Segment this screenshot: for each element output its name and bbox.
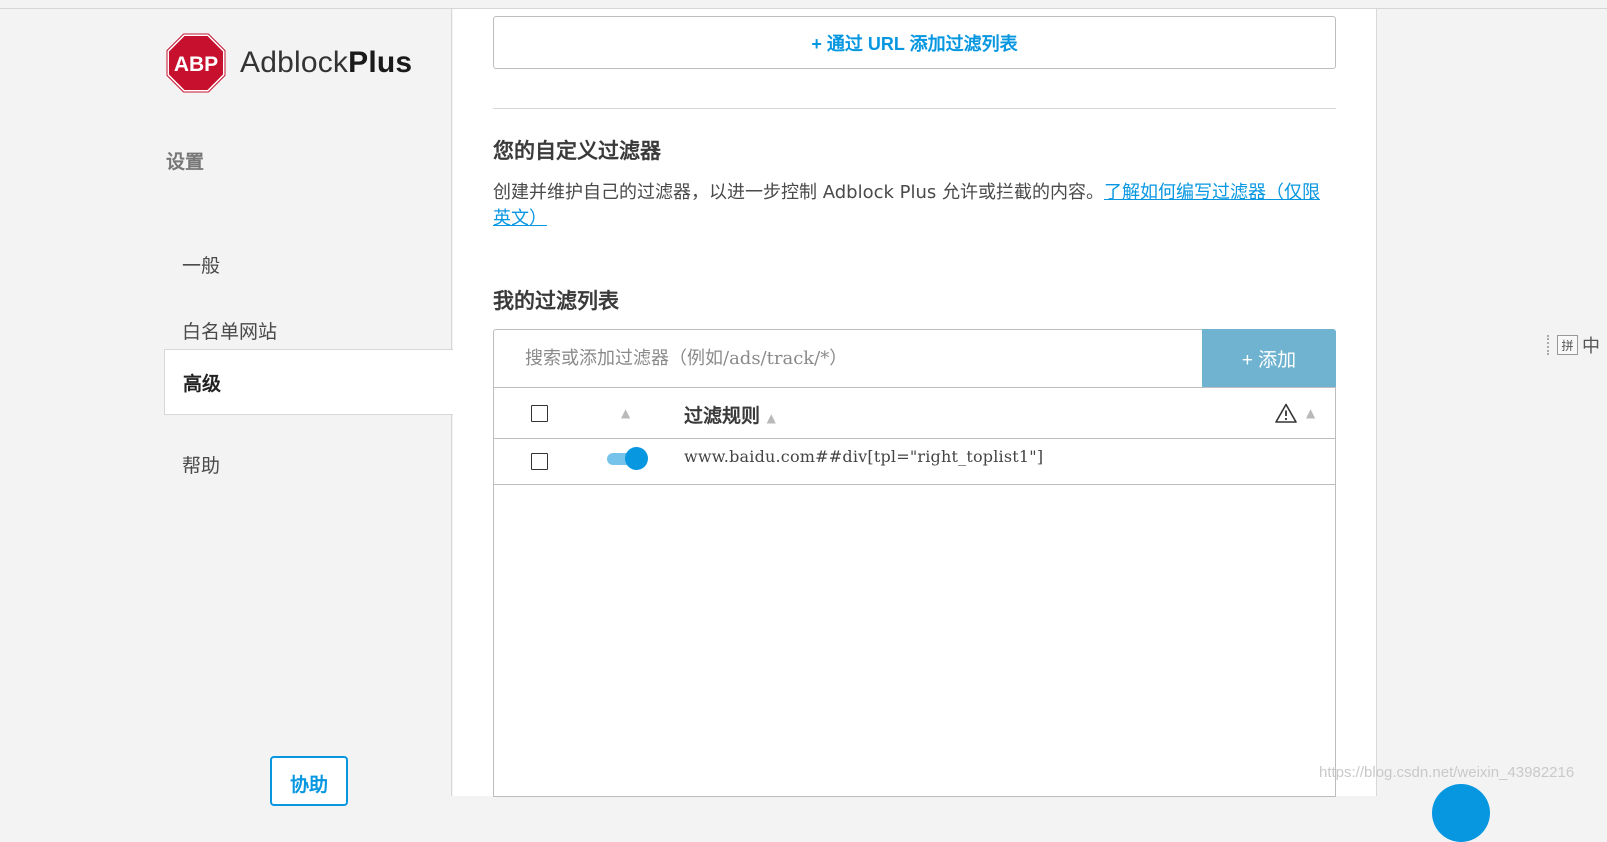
- filter-rule-column-header[interactable]: 过滤规则 ▲: [684, 401, 776, 428]
- adblock-plus-logo: ABP AdblockPlus: [166, 33, 412, 93]
- table-row: www.baidu.com##div[tpl="right_toplist1"]: [494, 439, 1335, 485]
- my-filter-list-heading: 我的过滤列表: [493, 289, 619, 313]
- floating-action-button[interactable]: [1432, 784, 1490, 842]
- sidebar-item-advanced[interactable]: 高级: [164, 349, 453, 415]
- sidebar-item-help[interactable]: 帮助: [164, 431, 453, 497]
- custom-filters-heading: 您的自定义过滤器: [493, 139, 661, 163]
- filter-enabled-toggle[interactable]: [607, 447, 648, 471]
- sidebar-item-label: 高级: [183, 372, 222, 395]
- sidebar-item-label: 白名单网站: [182, 320, 278, 343]
- toggle-knob: [625, 447, 648, 470]
- section-divider: [493, 108, 1336, 109]
- custom-filters-description: 创建并维护自己的过滤器，以进一步控制 Adblock Plus 允许或拦截的内容…: [493, 182, 1320, 229]
- ime-toolbar[interactable]: 拼 中: [1547, 332, 1600, 358]
- abp-stop-sign-icon: ABP: [166, 33, 226, 93]
- sort-warning-icon[interactable]: ▲: [1306, 406, 1315, 420]
- settings-section-title: 设置: [166, 151, 205, 173]
- main-content: + 通过 URL 添加过滤列表 您的自定义过滤器 创建并维护自己的过滤器，以进一…: [453, 9, 1377, 797]
- sidebar-item-label: 一般: [182, 254, 221, 277]
- filter-table: ▲ 过滤规则 ▲ ▲ www.baidu.com##div[tpl="right…: [493, 387, 1336, 797]
- add-filter-list-by-url-button[interactable]: + 通过 URL 添加过滤列表: [493, 16, 1336, 69]
- csdn-watermark: https://blog.csdn.net/weixin_43982216: [1319, 764, 1575, 781]
- svg-text:ABP: ABP: [174, 53, 218, 76]
- filter-search-row: + 添加: [493, 329, 1336, 388]
- add-filter-button[interactable]: + 添加: [1202, 329, 1336, 388]
- sidebar: ABP AdblockPlus 设置 一般 白名单网站 高级 帮助 协助: [0, 9, 453, 806]
- select-all-checkbox[interactable]: [531, 405, 548, 422]
- ime-language-indicator[interactable]: 中: [1582, 332, 1600, 358]
- row-select-checkbox[interactable]: [531, 453, 548, 470]
- ime-pinyin-icon[interactable]: 拼: [1557, 335, 1578, 355]
- brand-name: AdblockPlus: [240, 46, 413, 79]
- contribute-button[interactable]: 协助: [270, 756, 348, 806]
- filter-rule-text[interactable]: www.baidu.com##div[tpl="right_toplist1"]: [684, 447, 1043, 466]
- warning-icon[interactable]: [1275, 403, 1297, 423]
- filter-table-header: ▲ 过滤规则 ▲ ▲: [494, 387, 1335, 439]
- ime-grip-handle[interactable]: [1547, 335, 1553, 355]
- sort-rule-icon: ▲: [766, 411, 776, 425]
- sidebar-item-label: 帮助: [182, 454, 221, 477]
- sort-status-icon[interactable]: ▲: [621, 406, 630, 420]
- sidebar-item-general[interactable]: 一般: [164, 231, 453, 297]
- filter-search-input[interactable]: [493, 329, 1202, 388]
